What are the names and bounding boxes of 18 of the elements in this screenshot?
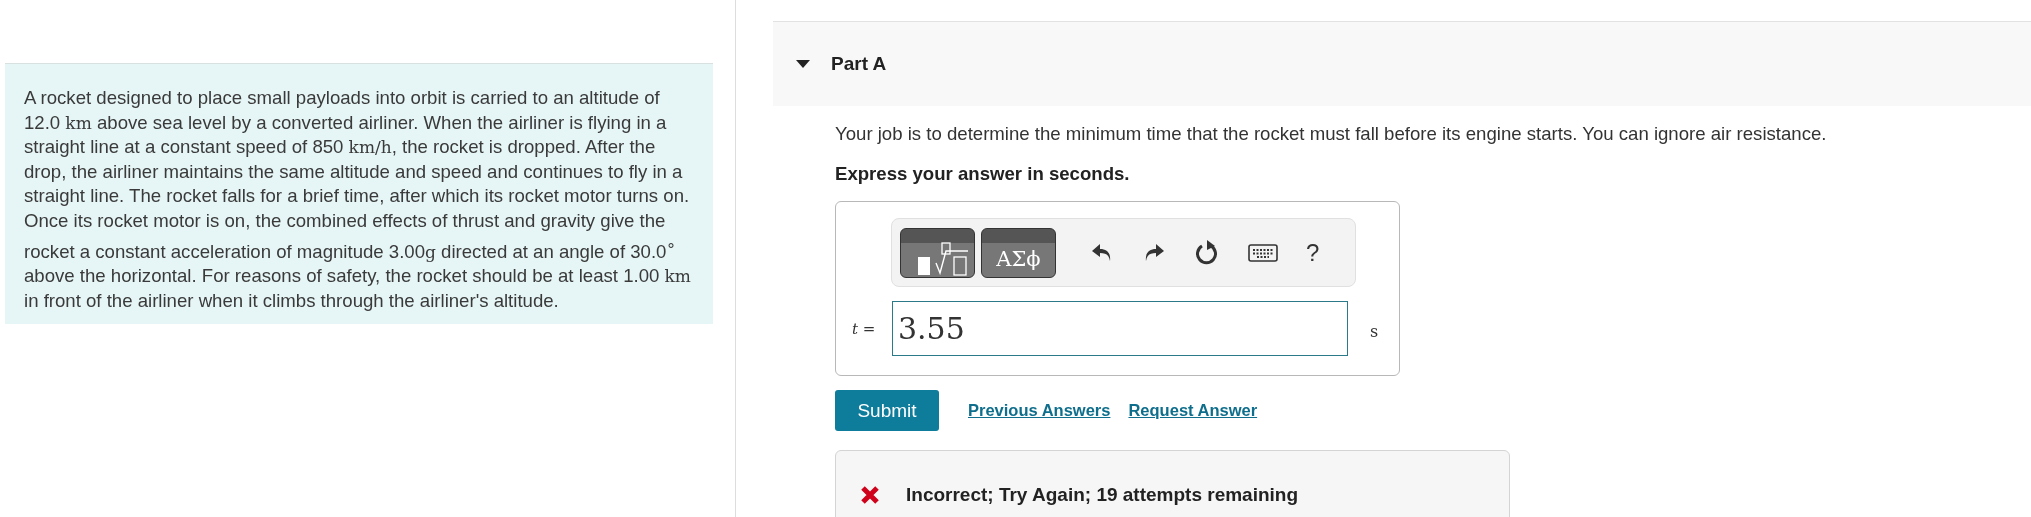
answer-link[interactable]: Previous Answers <box>968 401 1111 420</box>
answer-link[interactable]: Request Answer <box>1128 401 1258 420</box>
part-title: Part A <box>831 53 887 75</box>
reset-icon[interactable] <box>1194 238 1220 267</box>
submit-button[interactable]: Submit <box>835 390 939 431</box>
cross-icon <box>860 485 880 505</box>
answer-field[interactable]: 3.55 <box>892 301 1348 356</box>
symbols-button[interactable]: ΑΣϕ <box>981 227 1056 278</box>
help-button[interactable]: ? <box>1306 238 1320 267</box>
variable-label: t = <box>852 319 877 338</box>
templates-button[interactable] <box>900 227 975 278</box>
keyboard-icon[interactable] <box>1248 243 1278 262</box>
instruction-text: Express your answer in seconds. <box>835 163 1131 185</box>
unit-label: s <box>1370 322 1379 341</box>
part-header[interactable]: Part A <box>773 21 2031 106</box>
question-text: Your job is to determine the minimum time that the rocket must fall before its engine starts. You can ignore air resistance. <box>835 123 1828 145</box>
feedback-text: Incorrect; Try Again; 19 attempts remaining <box>906 484 1299 506</box>
problem-text: A rocket designed to place small payloads into orbit is carried to an altitude of 12.0 km above sea level by a converted airliner. When the airliner is flying in a straight line at a constant speed of 850 km/h, the rocket is dropped. After the drop, the airliner maintains the same altitude and speed and continues to fly in a straight line. The rocket falls for a brief time, after which its rocket motor turns on. Once its rocket motor is on, the combined effects of thrust and gravity give the rocket a constant acceleration of magnitude 3.00g directed at an angle of 30.0$^{∘}$ above the horizontal. For reasons of safety, the rocket should be at least 1.00 km in front of the airliner when it climbs through the airliner's altitude. <box>5 63 713 324</box>
